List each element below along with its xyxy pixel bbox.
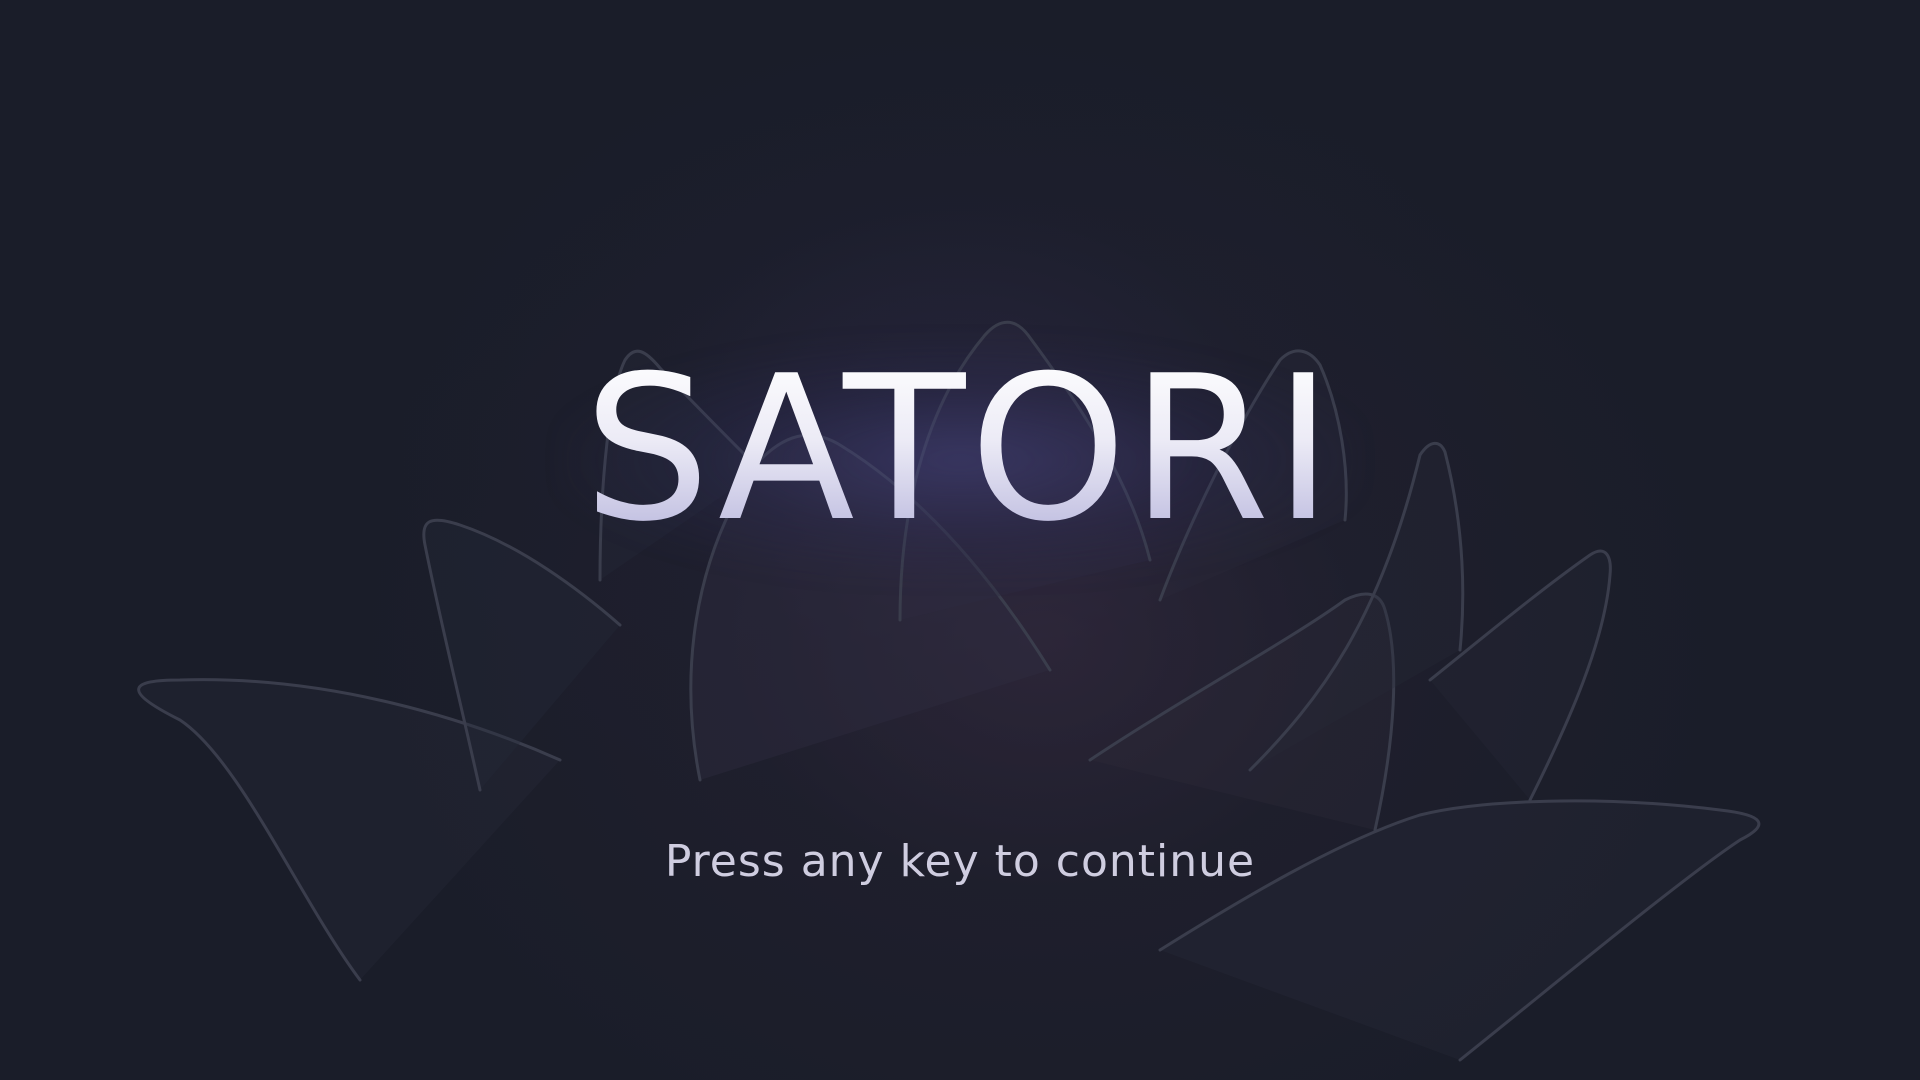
press-any-key-prompt[interactable]: Press any key to continue [0,840,1920,884]
title-screen[interactable]: SATORI Press any key to continue [0,0,1920,1080]
game-title: SATORI [0,350,1920,550]
